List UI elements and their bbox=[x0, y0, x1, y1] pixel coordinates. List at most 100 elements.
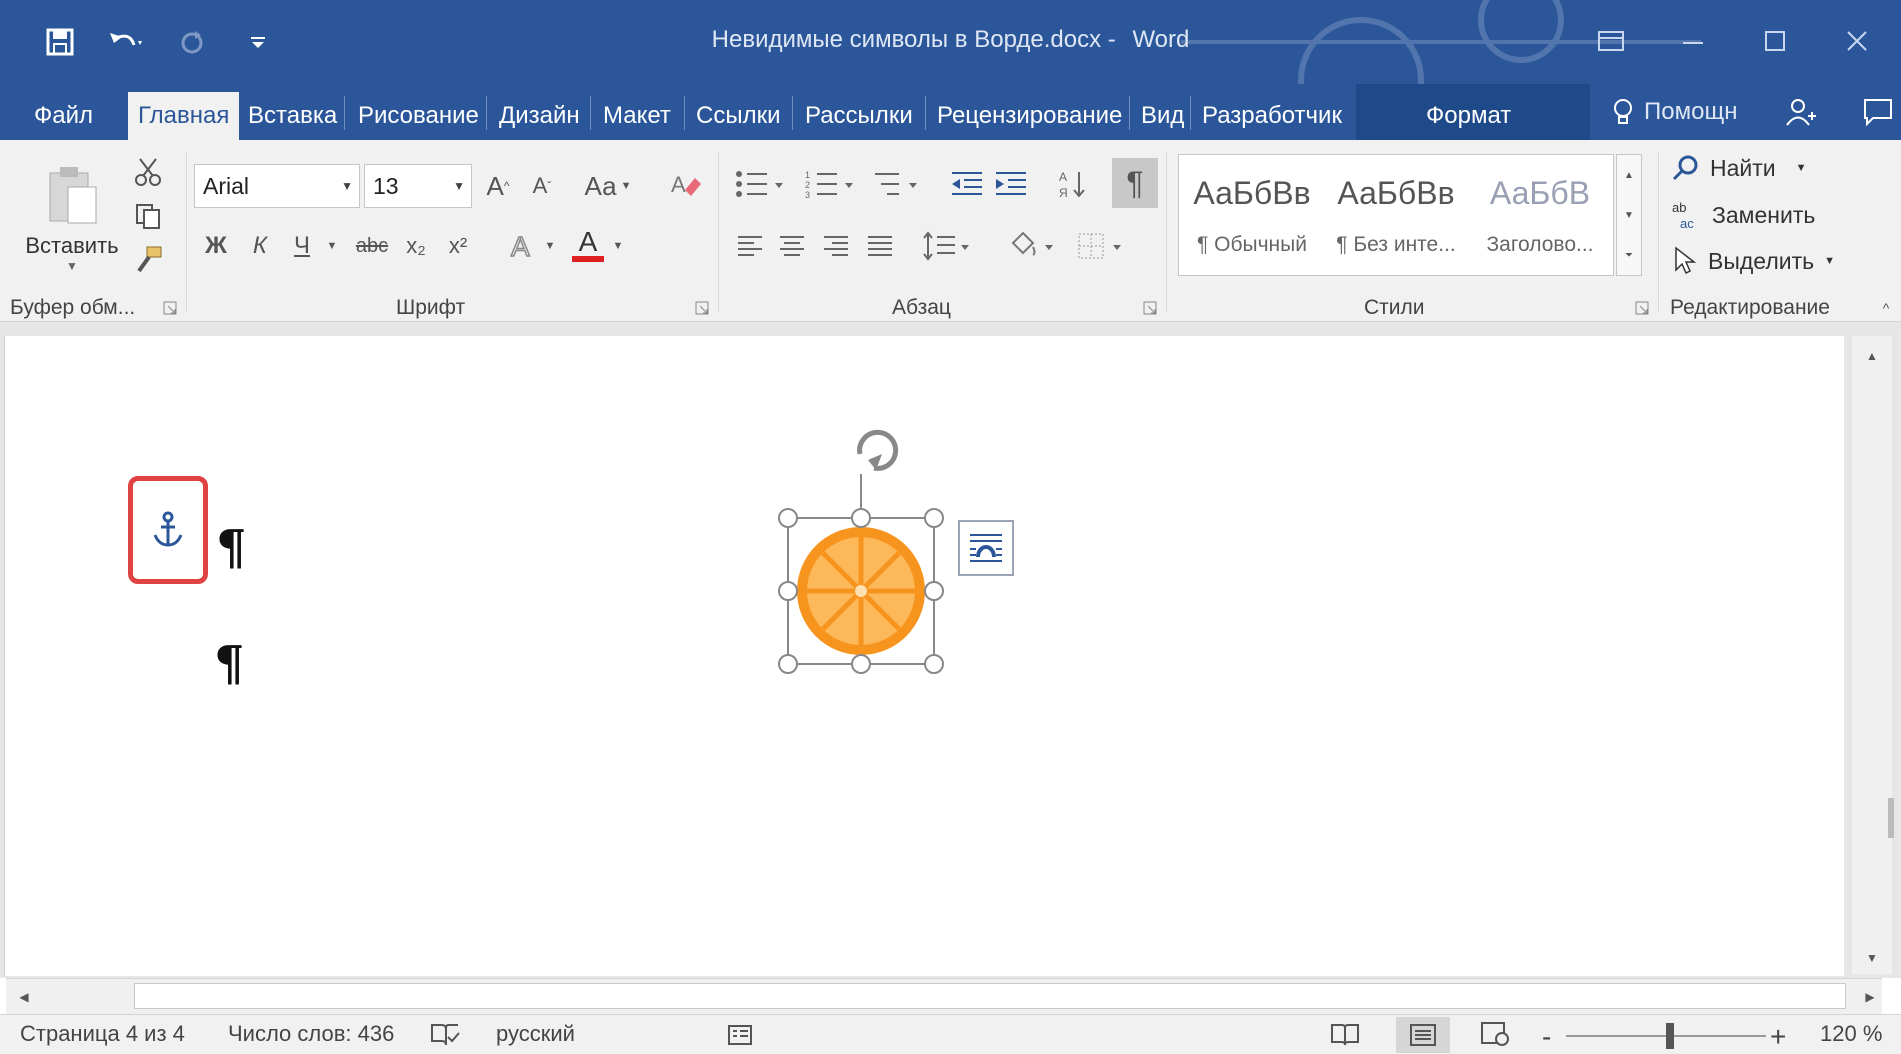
scroll-left-icon[interactable]: ◀ bbox=[12, 985, 36, 1009]
scroll-thumb[interactable] bbox=[1888, 798, 1894, 838]
tab-design[interactable]: Дизайн bbox=[489, 92, 590, 140]
layout-options-button[interactable] bbox=[958, 520, 1014, 576]
style-sample: АаБбВв bbox=[1193, 175, 1311, 211]
shading-icon[interactable] bbox=[1002, 224, 1062, 268]
paste-button[interactable]: Вставить ▼ bbox=[18, 150, 126, 286]
justify-icon[interactable] bbox=[860, 226, 900, 266]
increase-indent-icon[interactable] bbox=[990, 162, 1032, 206]
underline-dropdown-icon[interactable]: ▼ bbox=[322, 226, 342, 266]
style-name: ¶ Без инте... bbox=[1336, 233, 1456, 256]
tab-review[interactable]: Рецензирование bbox=[927, 92, 1132, 140]
replace-button[interactable]: ab ac Заменить bbox=[1672, 200, 1815, 230]
page-count[interactable]: Страница 4 из 4 bbox=[20, 1021, 185, 1047]
scroll-down-icon[interactable]: ▼ bbox=[1860, 946, 1884, 970]
tab-view[interactable]: Вид bbox=[1131, 92, 1194, 140]
font-color-button[interactable]: А bbox=[568, 222, 608, 268]
copy-icon[interactable] bbox=[128, 196, 168, 236]
anchor-icon[interactable] bbox=[151, 511, 185, 549]
style-no-spacing[interactable]: АаБбВв ¶ Без инте... bbox=[1329, 165, 1463, 265]
decrease-indent-icon[interactable] bbox=[946, 162, 988, 206]
font-size-value: 13 bbox=[373, 172, 399, 199]
zoom-in-button[interactable]: + bbox=[1770, 1021, 1786, 1053]
read-mode-icon[interactable] bbox=[1330, 1021, 1360, 1047]
ribbon-display-options-icon[interactable] bbox=[1583, 18, 1639, 64]
tab-format[interactable]: Формат bbox=[1416, 92, 1521, 140]
zoom-level[interactable]: 120 % bbox=[1820, 1021, 1882, 1047]
tab-layout[interactable]: Макет bbox=[593, 92, 681, 140]
cut-icon[interactable] bbox=[128, 152, 168, 192]
web-layout-icon[interactable] bbox=[1480, 1021, 1510, 1047]
collapse-ribbon-icon[interactable]: ^ bbox=[1874, 296, 1898, 320]
svg-text:A: A bbox=[671, 172, 686, 197]
tab-home[interactable]: Главная bbox=[128, 92, 240, 140]
tab-developer[interactable]: Разработчик bbox=[1192, 92, 1352, 140]
print-layout-icon[interactable] bbox=[1396, 1017, 1450, 1053]
maximize-icon[interactable] bbox=[1747, 18, 1803, 64]
comments-icon[interactable] bbox=[1858, 92, 1898, 132]
text-effects-icon[interactable]: A bbox=[502, 224, 542, 268]
tell-me-box[interactable]: Помощн bbox=[1612, 92, 1737, 132]
tab-file[interactable]: Файл bbox=[24, 92, 103, 140]
tab-mailings[interactable]: Рассылки bbox=[795, 92, 923, 140]
numbering-icon[interactable]: 123 bbox=[800, 162, 864, 206]
close-icon[interactable] bbox=[1829, 18, 1885, 64]
font-size-combo[interactable]: 13 ▼ bbox=[364, 164, 472, 208]
line-spacing-icon[interactable] bbox=[918, 224, 976, 268]
grow-font-icon[interactable]: A ^ bbox=[478, 164, 518, 208]
gallery-up-icon[interactable]: ▲ bbox=[1617, 155, 1641, 195]
gallery-down-icon[interactable]: ▼ bbox=[1617, 195, 1641, 235]
styles-launcher-icon[interactable] bbox=[1632, 298, 1652, 318]
shrink-font-icon[interactable]: Aˇ bbox=[522, 164, 562, 208]
clear-formatting-icon[interactable]: A bbox=[664, 162, 708, 206]
bold-button[interactable]: Ж bbox=[198, 226, 234, 266]
tab-draw[interactable]: Рисование bbox=[348, 92, 489, 140]
macro-record-icon[interactable] bbox=[726, 1021, 754, 1047]
font-color-swatch bbox=[572, 256, 604, 262]
proofing-icon[interactable] bbox=[430, 1021, 460, 1047]
style-normal[interactable]: АаБбВв ¶ Обычный bbox=[1185, 165, 1319, 265]
show-hide-formatting-button[interactable]: ¶ bbox=[1112, 158, 1158, 208]
change-case-button[interactable]: Аа ▼ bbox=[578, 164, 638, 208]
horizontal-scrollbar[interactable]: ◀ ▶ bbox=[6, 978, 1882, 1014]
style-heading[interactable]: АаБбВ Заголово... bbox=[1473, 165, 1607, 265]
zoom-out-button[interactable]: - bbox=[1542, 1021, 1551, 1053]
replace-label: Заменить bbox=[1712, 201, 1816, 228]
italic-button[interactable]: К bbox=[242, 226, 278, 266]
tab-references[interactable]: Ссылки bbox=[686, 92, 791, 140]
superscript-button[interactable]: x² bbox=[440, 226, 476, 266]
svg-text:Я: Я bbox=[1059, 186, 1068, 200]
minimize-icon[interactable] bbox=[1665, 18, 1721, 64]
text-effects-dropdown-icon[interactable]: ▼ bbox=[542, 226, 558, 266]
paragraph-launcher-icon[interactable] bbox=[1140, 298, 1160, 318]
select-button[interactable]: Выделить ▼ bbox=[1672, 246, 1835, 276]
sort-icon[interactable]: AЯ bbox=[1054, 162, 1092, 206]
subscript-button[interactable]: x₂ bbox=[398, 226, 434, 266]
horizontal-scroll-thumb[interactable] bbox=[134, 983, 1846, 1009]
align-center-icon[interactable] bbox=[772, 226, 812, 266]
clipboard-launcher-icon[interactable] bbox=[160, 298, 180, 318]
word-count[interactable]: Число слов: 436 bbox=[228, 1021, 394, 1047]
language-indicator[interactable]: русский bbox=[496, 1021, 575, 1047]
borders-icon[interactable] bbox=[1070, 224, 1130, 268]
font-name-combo[interactable]: Arial ▼ bbox=[194, 164, 360, 208]
chevron-down-icon: ▼ bbox=[1824, 255, 1835, 267]
font-launcher-icon[interactable] bbox=[692, 298, 712, 318]
bullets-icon[interactable] bbox=[730, 162, 794, 206]
strikethrough-button[interactable]: abc bbox=[350, 226, 394, 266]
gallery-more-icon[interactable]: ⏷ bbox=[1617, 235, 1641, 275]
scroll-up-icon[interactable]: ▲ bbox=[1860, 344, 1884, 368]
vertical-scrollbar[interactable]: ▲ ▼ bbox=[1852, 336, 1894, 974]
font-color-letter: А bbox=[578, 226, 598, 257]
tab-insert[interactable]: Вставка bbox=[238, 92, 347, 140]
find-button[interactable]: Найти ▼ bbox=[1672, 154, 1807, 182]
underline-button[interactable]: Ч bbox=[284, 226, 320, 266]
selected-orange-image[interactable] bbox=[770, 424, 980, 684]
share-user-icon[interactable] bbox=[1780, 92, 1820, 132]
scroll-right-icon[interactable]: ▶ bbox=[1858, 985, 1882, 1009]
font-color-dropdown-icon[interactable]: ▼ bbox=[610, 226, 626, 266]
align-left-icon[interactable] bbox=[730, 226, 770, 266]
zoom-slider-thumb[interactable] bbox=[1666, 1023, 1674, 1049]
multilevel-list-icon[interactable] bbox=[868, 162, 932, 206]
align-right-icon[interactable] bbox=[816, 226, 856, 266]
format-painter-icon[interactable] bbox=[128, 240, 168, 280]
